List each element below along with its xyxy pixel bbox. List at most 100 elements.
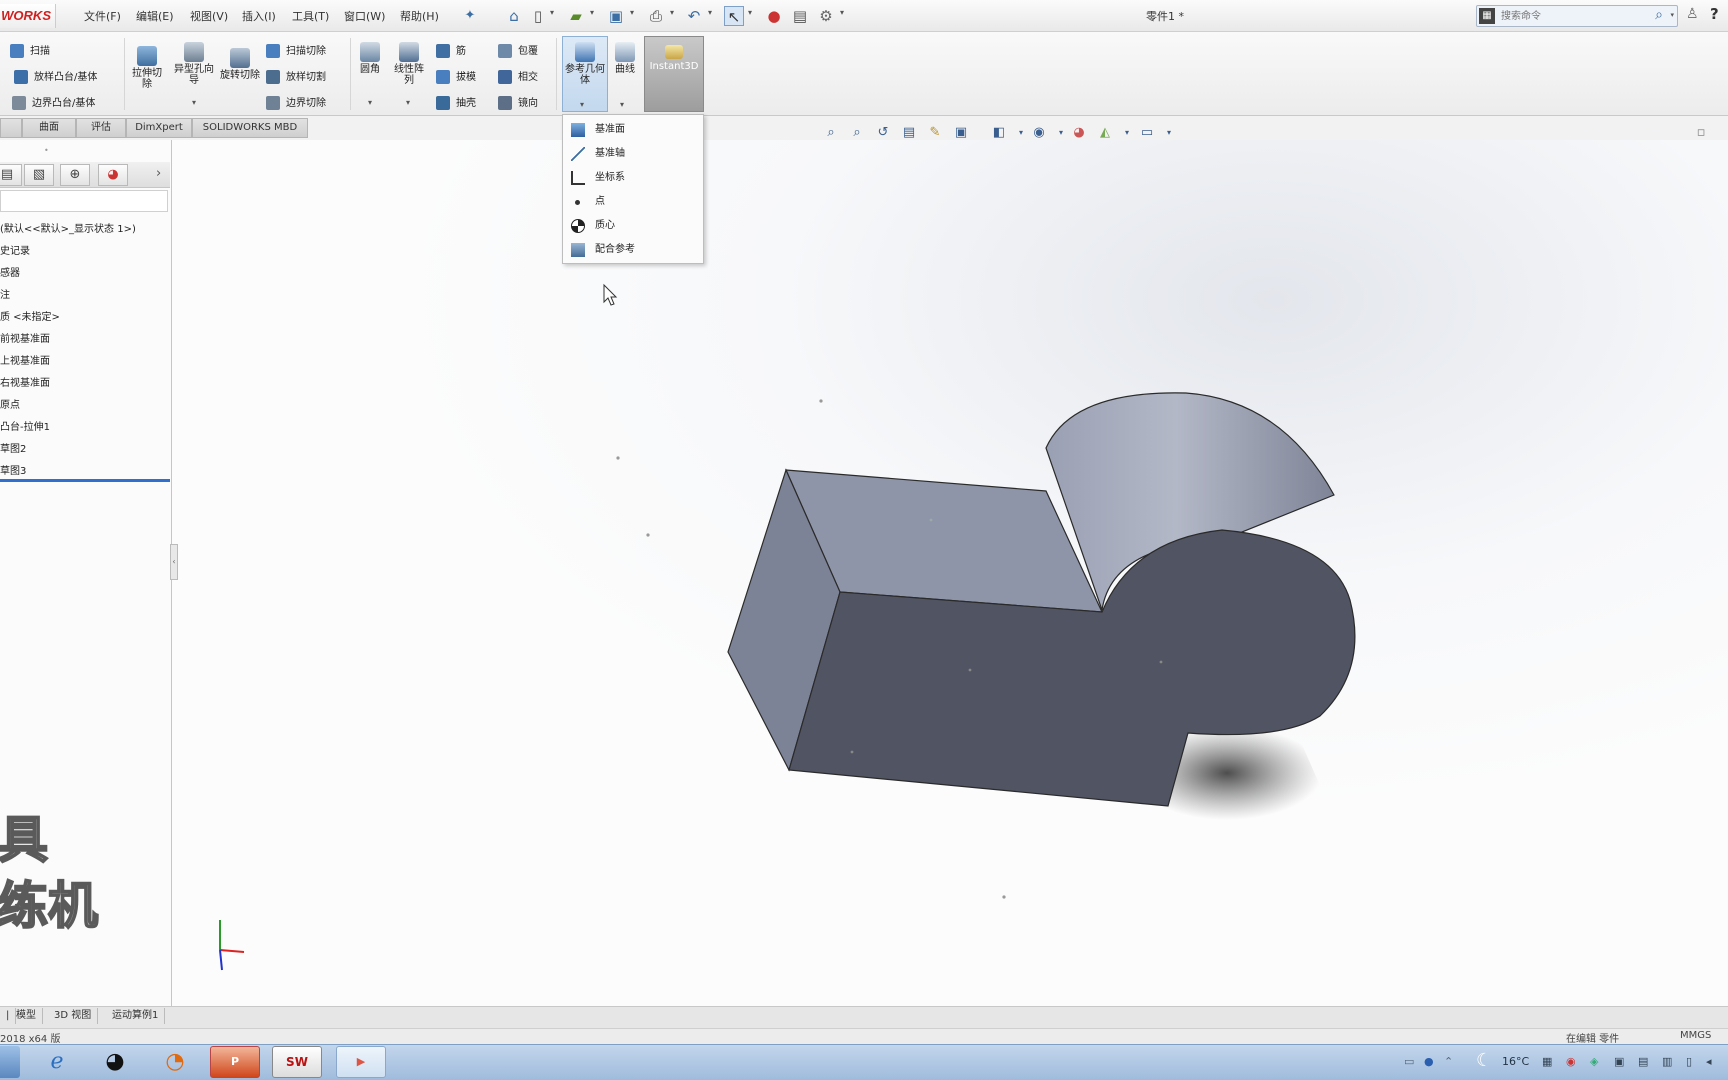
internet-explorer-icon[interactable]: ℯ — [32, 1046, 82, 1078]
tray-volume-icon[interactable]: ◂ — [1706, 1055, 1712, 1068]
start-button[interactable] — [0, 1046, 20, 1078]
chevron-right-icon[interactable]: › — [156, 166, 161, 181]
menu-tools[interactable]: 工具(T) — [292, 8, 329, 24]
search-box[interactable]: ▦ ⌕ ▾ — [1476, 5, 1678, 27]
tree-top-plane[interactable]: 上视基准面 — [0, 352, 50, 367]
open-dropdown-icon[interactable]: ▾ — [590, 8, 594, 17]
print-dropdown-icon[interactable]: ▾ — [670, 8, 674, 17]
tray-icon[interactable]: ◈ — [1590, 1055, 1598, 1068]
tray-icon[interactable]: ▤ — [1638, 1055, 1648, 1068]
linear-pattern-button[interactable]: 线性阵列 — [392, 42, 426, 86]
bottom-tab-model[interactable]: 模型 — [10, 1008, 43, 1024]
fillet-dropdown-icon[interactable]: ▾ — [368, 98, 372, 107]
panel-grip-icon[interactable]: • — [44, 146, 49, 155]
status-units[interactable]: MMGS — [1680, 1030, 1711, 1041]
options-gear-icon[interactable]: ⚙ — [816, 6, 836, 26]
bottom-tab-motion-study[interactable]: 运动算例1 — [106, 1008, 166, 1024]
menu-file[interactable]: 文件(F) — [84, 8, 121, 24]
display-style-dropdown-icon[interactable]: ▾ — [1012, 124, 1030, 142]
search-icon[interactable]: ⌕ — [1655, 7, 1663, 23]
previous-view-icon[interactable]: ↺ — [874, 124, 892, 142]
wrap-button[interactable]: 包覆 — [498, 42, 538, 58]
feature-tree-tab-icon[interactable]: ▤ — [0, 164, 22, 186]
instant3d-button[interactable]: Instant3D — [644, 36, 704, 112]
rollback-bar[interactable] — [0, 479, 170, 482]
solidworks-taskbar-icon[interactable]: SW — [272, 1046, 322, 1078]
boundary-cut-button[interactable]: 边界切除 — [266, 94, 326, 110]
menu-insert[interactable]: 插入(I) — [242, 8, 276, 24]
tree-boss-extrude1[interactable]: 凸台-拉伸1 — [0, 418, 50, 433]
display-manager-tab-icon[interactable]: ◕ — [98, 164, 128, 186]
menu-item-mate-reference[interactable]: 配合参考 — [563, 239, 703, 261]
hole-wizard-dropdown-icon[interactable]: ▾ — [192, 98, 196, 107]
tray-arrow-icon[interactable]: ⌃ — [1444, 1055, 1453, 1068]
tree-filter-field[interactable] — [0, 190, 168, 212]
section-view-icon[interactable]: ▤ — [900, 124, 918, 142]
panel-collapse-handle[interactable]: ‹ — [170, 544, 178, 580]
new-dropdown-icon[interactable]: ▾ — [550, 8, 554, 17]
solidworks-logo[interactable]: WORKS — [0, 4, 56, 28]
display-style-icon[interactable]: ◧ — [990, 124, 1008, 142]
tree-sensors[interactable]: 感器 — [0, 264, 20, 279]
file-properties-icon[interactable]: ▤ — [790, 6, 810, 26]
print-icon[interactable]: ⎙ — [646, 6, 666, 26]
loft-boss-button[interactable]: 放样凸台/基体 — [14, 68, 97, 84]
hide-show-items-icon[interactable]: ◉ — [1030, 124, 1048, 142]
menu-edit[interactable]: 编辑(E) — [136, 8, 174, 24]
edit-appearance-icon[interactable]: ◕ — [1070, 124, 1088, 142]
view-settings-dropdown-icon[interactable]: ▾ — [1160, 124, 1178, 142]
swept-cut-button[interactable]: 扫描切除 — [266, 42, 326, 58]
undo-icon[interactable]: ↶ — [684, 6, 704, 26]
property-manager-tab-icon[interactable]: ▧ — [24, 164, 54, 186]
view-orientation-icon[interactable]: ▣ — [952, 124, 970, 142]
tree-right-plane[interactable]: 右视基准面 — [0, 374, 50, 389]
zoom-to-fit-icon[interactable]: ⌕ — [822, 124, 840, 142]
scene-dropdown-icon[interactable]: ▾ — [1118, 124, 1136, 142]
menu-help[interactable]: 帮助(H) — [400, 8, 439, 24]
apply-scene-icon[interactable]: ◭ — [1096, 124, 1114, 142]
tray-icon[interactable]: ▯ — [1686, 1055, 1692, 1068]
tray-network-icon[interactable]: ▭ — [1404, 1055, 1414, 1068]
tray-icon[interactable]: ▣ — [1614, 1055, 1624, 1068]
tray-help-icon[interactable]: ● — [1424, 1055, 1434, 1068]
reference-geometry-dropdown-icon[interactable]: ▾ — [580, 100, 584, 109]
tab-surfaces[interactable]: 曲面 — [22, 118, 76, 138]
tree-sketch2[interactable]: 草图2 — [0, 440, 26, 455]
curves-dropdown-icon[interactable]: ▾ — [620, 100, 624, 109]
tree-material[interactable]: 质 <未指定> — [0, 308, 60, 323]
menu-item-point[interactable]: 点 — [563, 191, 703, 213]
open-folder-icon[interactable]: ▰ — [566, 6, 586, 26]
save-icon[interactable]: ▣ — [606, 6, 626, 26]
rib-button[interactable]: 筋 — [436, 42, 466, 58]
draft-button[interactable]: 拔模 — [436, 68, 476, 84]
browser-icon[interactable]: ◔ — [150, 1046, 200, 1078]
tree-history[interactable]: 史记录 — [0, 242, 30, 257]
dynamic-annotation-icon[interactable]: ✎ — [926, 124, 944, 142]
tab-dimxpert[interactable]: DimXpert — [126, 118, 192, 138]
mirror-button[interactable]: 镜向 — [498, 94, 538, 110]
tree-origin[interactable]: 原点 — [0, 396, 20, 411]
intersect-button[interactable]: 相交 — [498, 68, 538, 84]
pin-icon[interactable]: ✦ — [460, 6, 480, 26]
menu-item-axis[interactable]: 基准轴 — [563, 143, 703, 165]
bottom-tab-3d-views[interactable]: 3D 视图 — [48, 1008, 99, 1024]
menu-item-coordinate-system[interactable]: 坐标系 — [563, 167, 703, 189]
media-player-icon[interactable]: ▶ — [336, 1046, 386, 1078]
revolved-cut-button[interactable]: 旋转切除 — [220, 48, 260, 81]
user-icon[interactable]: ♙ — [1686, 6, 1699, 22]
extruded-cut-button[interactable]: 拉伸切除 — [128, 46, 166, 90]
lofted-cut-button[interactable]: 放样切割 — [266, 68, 326, 84]
tree-annotations[interactable]: 注 — [0, 286, 10, 301]
tree-front-plane[interactable]: 前视基准面 — [0, 330, 50, 345]
restore-viewport-icon[interactable]: ▫ — [1692, 124, 1710, 142]
tab-prev[interactable] — [0, 118, 22, 138]
options-dropdown-icon[interactable]: ▾ — [840, 8, 844, 17]
view-settings-icon[interactable]: ▭ — [1138, 124, 1156, 142]
configuration-manager-tab-icon[interactable]: ⊕ — [60, 164, 90, 186]
tray-icon[interactable]: ▦ — [1542, 1055, 1552, 1068]
tray-icon[interactable]: ▥ — [1662, 1055, 1672, 1068]
rebuild-icon[interactable]: ● — [764, 6, 784, 26]
menu-item-plane[interactable]: 基准面 — [563, 119, 703, 141]
fillet-button[interactable]: 圆角 — [354, 42, 386, 75]
new-document-icon[interactable]: ▯ — [528, 6, 548, 26]
